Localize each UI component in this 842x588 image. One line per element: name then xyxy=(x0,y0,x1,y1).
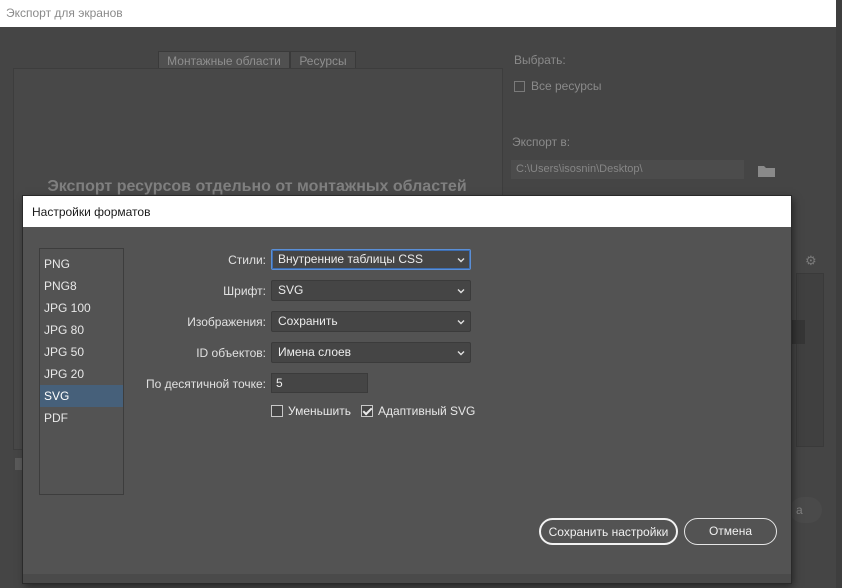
format-item-jpg100[interactable]: JPG 100 xyxy=(40,297,123,319)
format-item-png8[interactable]: PNG8 xyxy=(40,275,123,297)
tab-artboards[interactable]: Монтажные области xyxy=(158,51,290,69)
format-item-pdf[interactable]: PDF xyxy=(40,407,123,429)
styles-label: Стили: xyxy=(228,253,266,267)
minify-checkbox-row[interactable]: Уменьшить xyxy=(271,404,351,418)
export-button[interactable]: а xyxy=(790,497,822,523)
object-ids-label: ID объектов: xyxy=(196,346,266,360)
all-assets-checkbox[interactable] xyxy=(514,80,525,92)
minify-label: Уменьшить xyxy=(288,404,351,418)
desktop-edge xyxy=(836,0,842,588)
cancel-button[interactable]: Отмена xyxy=(684,518,777,545)
styles-value: Внутренние таблицы CSS xyxy=(278,252,424,266)
responsive-label: Адаптивный SVG xyxy=(378,404,476,418)
responsive-checkbox[interactable] xyxy=(361,405,373,417)
tab-assets[interactable]: Ресурсы xyxy=(290,51,356,69)
chevron-down-icon xyxy=(457,351,465,356)
format-list: PNG PNG8 JPG 100 JPG 80 JPG 50 JPG 20 SV… xyxy=(39,248,124,495)
responsive-checkbox-row[interactable]: Адаптивный SVG xyxy=(361,404,475,418)
export-to-label: Экспорт в: xyxy=(512,135,571,149)
folder-icon[interactable] xyxy=(758,165,775,177)
font-dropdown[interactable]: SVG xyxy=(271,280,471,301)
images-dropdown[interactable]: Сохранить xyxy=(271,311,471,332)
all-assets-label: Все ресурсы xyxy=(531,79,602,93)
window-title: Экспорт для экранов xyxy=(0,0,836,27)
save-settings-button[interactable]: Сохранить настройки xyxy=(539,518,678,545)
minify-checkbox[interactable] xyxy=(271,405,283,417)
side-panel xyxy=(796,273,824,447)
format-item-jpg20[interactable]: JPG 20 xyxy=(40,363,123,385)
object-ids-value: Имена слоев xyxy=(278,345,352,359)
dialog-title: Настройки форматов xyxy=(23,196,791,227)
font-value: SVG xyxy=(278,283,304,297)
dialog-footer xyxy=(23,574,791,583)
select-label: Выбрать: xyxy=(514,53,566,67)
format-item-svg[interactable]: SVG xyxy=(40,385,123,407)
format-item-jpg80[interactable]: JPG 80 xyxy=(40,319,123,341)
chevron-down-icon xyxy=(457,289,465,294)
styles-dropdown[interactable]: Внутренние таблицы CSS xyxy=(271,249,471,270)
side-panel-row xyxy=(790,320,805,344)
chevron-down-icon xyxy=(457,258,465,263)
format-settings-dialog: Настройки форматов PNG PNG8 JPG 100 JPG … xyxy=(23,196,791,583)
all-assets-checkbox-row[interactable]: Все ресурсы xyxy=(514,79,602,93)
images-label: Изображения: xyxy=(187,315,266,329)
format-item-jpg50[interactable]: JPG 50 xyxy=(40,341,123,363)
decimal-label: По десятичной точке: xyxy=(145,377,266,391)
export-path-field[interactable]: C:\Users\isosnin\Desktop\ xyxy=(511,160,744,179)
chevron-down-icon xyxy=(457,320,465,325)
preview-message: Экспорт ресурсов отдельно от монтажных о… xyxy=(47,178,467,195)
object-ids-dropdown[interactable]: Имена слоев xyxy=(271,342,471,363)
format-item-png[interactable]: PNG xyxy=(40,253,123,275)
gear-icon[interactable]: ⚙ xyxy=(805,253,817,269)
font-label: Шрифт: xyxy=(223,284,266,298)
grid-icon[interactable] xyxy=(15,458,23,470)
decimal-input[interactable]: 5 xyxy=(271,373,368,393)
images-value: Сохранить xyxy=(278,314,338,328)
